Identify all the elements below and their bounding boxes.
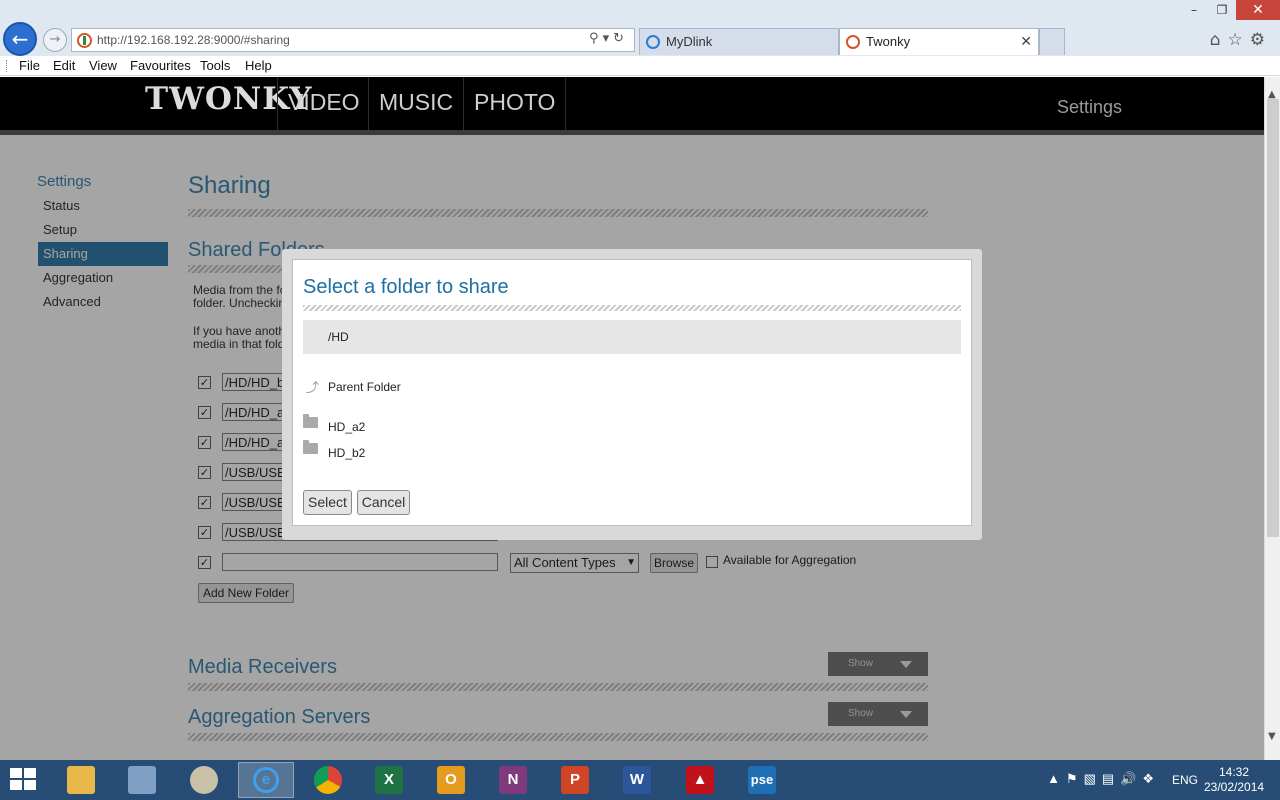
cancel-button[interactable]: Cancel [357, 490, 410, 515]
taskbar: e X O N P W ▲ pse ▲⚑▧▤🔊❖ ENG 14:32 23/02… [0, 760, 1280, 800]
twonky-favicon-icon [77, 33, 92, 48]
nav-settings[interactable]: Settings [1057, 97, 1122, 118]
scroll-thumb[interactable] [1267, 99, 1279, 537]
tray-icons[interactable]: ▲⚑▧▤🔊❖ [1047, 771, 1160, 787]
taskbar-excel[interactable]: X [361, 762, 417, 798]
ie-icon [646, 35, 660, 49]
taskbar-calculator[interactable] [114, 762, 170, 798]
folder-item-hd-b2[interactable]: HD_b2 [303, 440, 365, 466]
tab-twonky[interactable]: Twonky ✕ [839, 28, 1039, 55]
url-text: http://192.168.192.28:9000/#sharing [97, 33, 290, 47]
menu-tools[interactable]: Tools [200, 58, 230, 73]
dialog-body: Select a folder to share /HD ⤴ Parent Fo… [292, 259, 972, 526]
select-button[interactable]: Select [303, 490, 352, 515]
twonky-header: TWONKY VIDEO MUSIC PHOTO Settings [0, 77, 1264, 130]
folder-item-hd-a2[interactable]: HD_a2 [303, 414, 365, 440]
restore-icon[interactable]: ❐ [1208, 0, 1236, 20]
taskbar-onenote[interactable]: N [485, 762, 541, 798]
page-scrollbar[interactable]: ▲ ▼ [1264, 77, 1280, 760]
system-tray: ▲⚑▧▤🔊❖ ENG 14:32 23/02/2014 [1000, 760, 1280, 800]
taskbar-paint[interactable] [176, 762, 232, 798]
calculator-icon [128, 766, 156, 794]
home-icon[interactable]: ⌂ [1210, 30, 1228, 50]
address-bar[interactable]: http://192.168.192.28:9000/#sharing ⚲▾↻ [71, 28, 635, 52]
taskbar-chrome[interactable] [300, 762, 356, 798]
menu-view[interactable]: View [89, 58, 117, 73]
onenote-icon: N [499, 766, 527, 794]
divider [303, 305, 961, 311]
menu-favourites[interactable]: Favourites [130, 58, 191, 73]
taskbar-internet-explorer[interactable]: e [238, 762, 294, 798]
folder-icon [303, 440, 318, 454]
browser-toolbar-icons: ⌂☆⚙ [1210, 30, 1272, 50]
up-arrow-icon: ⤴ [306, 380, 320, 395]
internet-explorer-icon: e [253, 767, 279, 793]
menu-help[interactable]: Help [245, 58, 272, 73]
folder-picker-dialog: Select a folder to share /HD ⤴ Parent Fo… [282, 249, 982, 540]
taskbar-outlook[interactable]: O [423, 762, 479, 798]
taskbar-explorer[interactable] [53, 762, 109, 798]
search-refresh-icons[interactable]: ⚲▾↻ [589, 31, 628, 46]
close-tab-icon[interactable]: ✕ [1020, 33, 1032, 50]
taskbar-acrobat[interactable]: ▲ [672, 762, 728, 798]
twonky-favicon-icon [846, 35, 860, 49]
file-explorer-icon [67, 766, 95, 794]
windows-logo-icon [10, 768, 22, 778]
language-indicator[interactable]: ENG [1172, 773, 1198, 787]
tab-label: MyDlink [666, 34, 713, 49]
chrome-icon [314, 766, 342, 794]
folder-icon [303, 414, 318, 428]
tab-label: Twonky [866, 34, 911, 49]
menu-grip [6, 60, 9, 72]
nav-music[interactable]: MUSIC [368, 77, 463, 130]
start-button[interactable] [10, 768, 38, 792]
forward-button[interactable]: → [43, 28, 67, 52]
nav-photo[interactable]: PHOTO [463, 77, 567, 130]
menu-bar: File Edit View Favourites Tools Help [0, 56, 1280, 76]
parent-folder-item[interactable]: ⤴ Parent Folder [303, 380, 401, 400]
scroll-down-icon[interactable]: ▼ [1268, 731, 1276, 742]
page-viewport: TWONKY VIDEO MUSIC PHOTO Settings Settin… [0, 77, 1264, 760]
dialog-title: Select a folder to share [303, 276, 509, 298]
favorites-star-icon[interactable]: ☆ [1228, 30, 1250, 50]
taskbar-powerpoint[interactable]: P [547, 762, 603, 798]
powerpoint-icon: P [561, 766, 589, 794]
clock[interactable]: 14:32 23/02/2014 [1204, 765, 1264, 795]
acrobat-icon: ▲ [686, 766, 714, 794]
excel-icon: X [375, 766, 403, 794]
browser-chrome: ← → http://192.168.192.28:9000/#sharing … [0, 0, 1280, 56]
current-path: /HD [303, 320, 961, 354]
photoshop-elements-icon: pse [748, 766, 776, 794]
minimize-icon[interactable]: – [1180, 0, 1208, 20]
nav-video[interactable]: VIDEO [277, 77, 370, 130]
close-window-icon[interactable]: ✕ [1236, 0, 1280, 20]
taskbar-word[interactable]: W [609, 762, 665, 798]
window-controls: – ❐ ✕ [1180, 0, 1280, 22]
back-button[interactable]: ← [3, 22, 37, 56]
tab-mydlink[interactable]: MyDlink [639, 28, 839, 55]
taskbar-pse[interactable]: pse [734, 762, 790, 798]
word-icon: W [623, 766, 651, 794]
gear-icon[interactable]: ⚙ [1250, 30, 1272, 50]
outlook-icon: O [437, 766, 465, 794]
paint-icon [190, 766, 218, 794]
new-tab-button[interactable] [1039, 28, 1065, 55]
menu-edit[interactable]: Edit [53, 58, 75, 73]
menu-file[interactable]: File [19, 58, 40, 73]
